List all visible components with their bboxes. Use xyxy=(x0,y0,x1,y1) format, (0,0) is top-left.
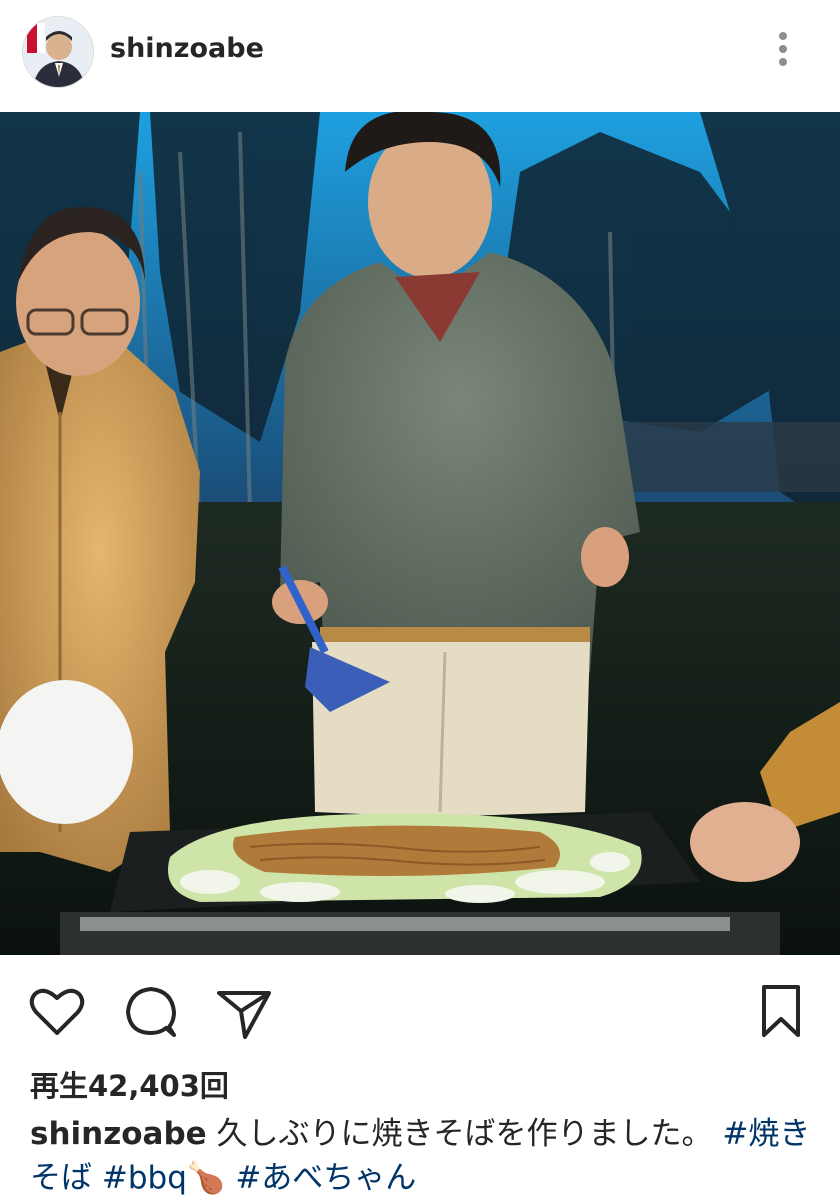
hashtag-bbq[interactable]: #bbq🍗 xyxy=(102,1160,226,1196)
comment-bubble-icon[interactable] xyxy=(122,983,180,1041)
bookmark-icon[interactable] xyxy=(758,983,816,1041)
post-action-bar xyxy=(0,955,840,1065)
view-count: 再生42,403回 xyxy=(30,1069,229,1103)
more-options-icon[interactable] xyxy=(768,30,798,70)
profile-photo-icon xyxy=(23,17,93,87)
caption-username[interactable]: shinzoabe xyxy=(30,1116,207,1152)
post-video[interactable] xyxy=(0,112,840,955)
post-caption: shinzoabe 久しぶりに焼きそばを作りました。 #焼きそば #bbq🍗 #… xyxy=(30,1112,820,1200)
bbq-scene-image xyxy=(0,112,840,955)
caption-text: 久しぶりに焼きそばを作りました。 xyxy=(206,1116,713,1152)
post-username[interactable]: shinzoabe xyxy=(110,33,264,64)
heart-icon[interactable] xyxy=(28,983,86,1041)
hashtag-abechan[interactable]: #あべちゃん xyxy=(235,1160,416,1196)
paper-plane-icon[interactable] xyxy=(215,983,273,1041)
avatar[interactable] xyxy=(22,16,94,88)
post-header: shinzoabe xyxy=(0,0,840,112)
